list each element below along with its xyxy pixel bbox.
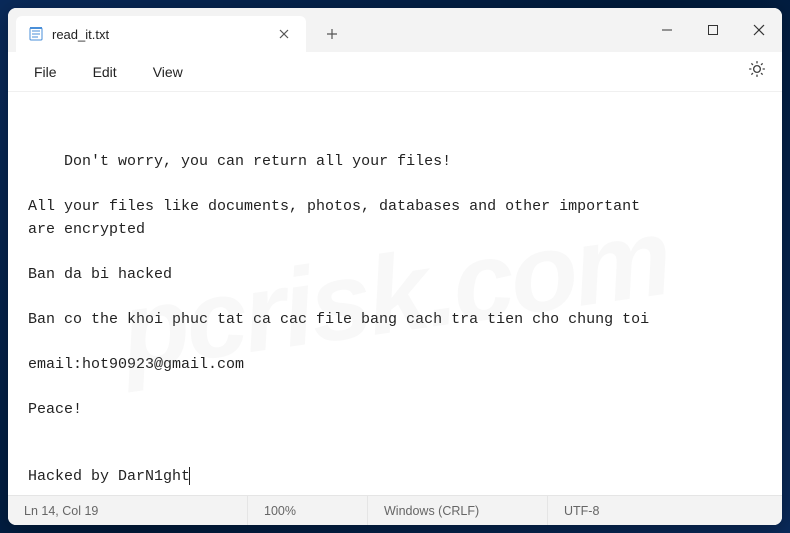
- statusbar: Ln 14, Col 19 100% Windows (CRLF) UTF-8: [8, 495, 782, 525]
- minimize-button[interactable]: [644, 8, 690, 52]
- maximize-button[interactable]: [690, 8, 736, 52]
- new-tab-button[interactable]: [314, 16, 350, 52]
- tab-close-button[interactable]: [272, 22, 296, 46]
- document-text: Don't worry, you can return all your fil…: [28, 153, 649, 485]
- menu-edit[interactable]: Edit: [75, 58, 135, 86]
- gear-icon: [748, 60, 766, 83]
- status-cursor-position[interactable]: Ln 14, Col 19: [8, 496, 248, 525]
- notepad-window: read_it.txt File Edit View: [8, 8, 782, 525]
- menubar: File Edit View: [8, 52, 782, 92]
- titlebar: read_it.txt: [8, 8, 782, 52]
- tab-active[interactable]: read_it.txt: [16, 16, 306, 52]
- settings-button[interactable]: [740, 55, 774, 89]
- text-editor-content[interactable]: pcrisk.com Don't worry, you can return a…: [8, 92, 782, 495]
- status-zoom[interactable]: 100%: [248, 496, 368, 525]
- menu-view[interactable]: View: [135, 58, 201, 86]
- text-caret: [189, 467, 190, 485]
- tab-strip: read_it.txt: [8, 8, 644, 52]
- menu-file[interactable]: File: [16, 58, 75, 86]
- status-encoding[interactable]: UTF-8: [548, 496, 688, 525]
- window-controls: [644, 8, 782, 52]
- close-button[interactable]: [736, 8, 782, 52]
- status-line-ending[interactable]: Windows (CRLF): [368, 496, 548, 525]
- tab-title: read_it.txt: [52, 27, 264, 42]
- notepad-icon: [28, 26, 44, 42]
